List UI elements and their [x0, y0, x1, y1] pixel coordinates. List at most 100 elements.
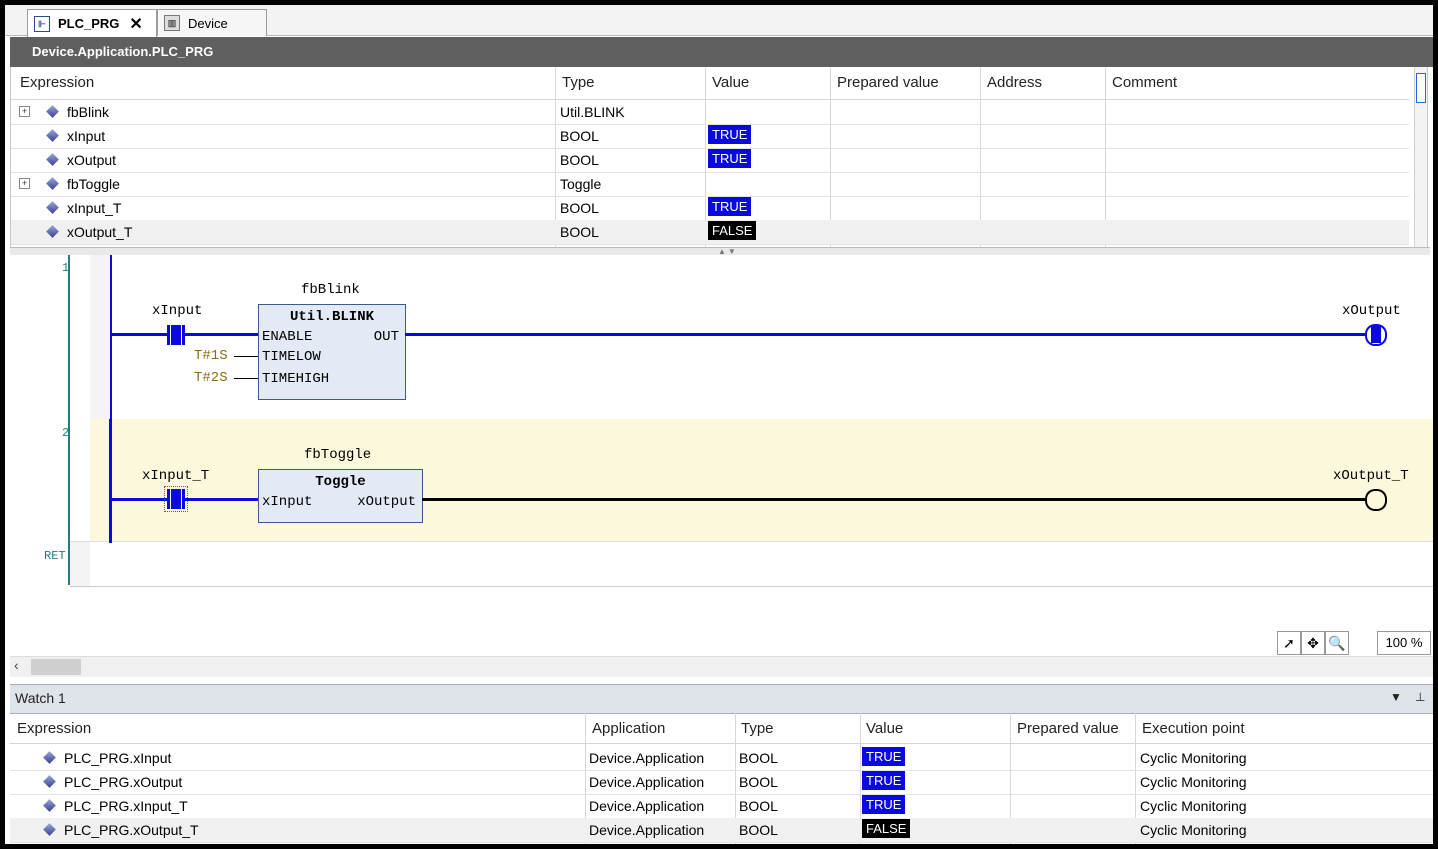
value-cell: TRUE: [708, 125, 752, 144]
fb-input-pin: TIMELOW: [262, 349, 321, 365]
expand-icon[interactable]: +: [19, 106, 30, 117]
powered-wire: [111, 333, 167, 336]
table-row[interactable]: + fbToggle Toggle: [11, 172, 1409, 197]
column-header[interactable]: Address: [987, 74, 1042, 91]
scroll-thumb[interactable]: [31, 659, 81, 675]
ladder-diagram[interactable]: 1 2 RET xInput fbBlink Util.BLINK ENABLE…: [10, 255, 1433, 661]
table-row[interactable]: xInput_T BOOL TRUE: [11, 196, 1409, 221]
ladder-toolbar: ➚ ✥ 🔍: [1277, 631, 1349, 655]
table-row[interactable]: xOutput_T BOOL FALSE: [11, 220, 1409, 245]
zoom-level[interactable]: 100 %: [1377, 631, 1431, 655]
contact-label[interactable]: xInput: [152, 303, 202, 319]
variable-icon: [46, 201, 59, 214]
contact-xinput[interactable]: [167, 325, 185, 345]
fb-toggle[interactable]: Toggle xInput xOutput: [258, 469, 423, 523]
tab-device[interactable]: ▥ Device: [157, 9, 267, 36]
return-network: [70, 541, 1433, 587]
horizontal-scrollbar[interactable]: ‹: [10, 656, 1433, 677]
column-header[interactable]: Comment: [1112, 74, 1177, 91]
wire: [234, 356, 258, 357]
pin-icon[interactable]: ⊥: [1415, 690, 1425, 704]
watch-row[interactable]: PLC_PRG.xOutput Device.Application BOOL …: [10, 770, 1433, 795]
type-cell: BOOL: [739, 750, 778, 766]
type-cell: Util.BLINK: [560, 104, 625, 120]
ret-label: RET: [44, 549, 66, 563]
fb-type-name: Toggle: [315, 474, 366, 490]
column-header[interactable]: Prepared value: [1017, 720, 1119, 737]
application-cell: Device.Application: [589, 798, 705, 814]
dropdown-icon[interactable]: ▼: [1390, 690, 1402, 704]
tab-label: Device: [188, 15, 228, 31]
table-row[interactable]: + fbBlink Util.BLINK: [11, 100, 1409, 125]
constant-input[interactable]: T#2S: [194, 370, 228, 386]
expression-cell: PLC_PRG.xInput: [64, 750, 172, 766]
network-number: 1: [62, 261, 70, 275]
value-cell: TRUE: [862, 747, 906, 766]
contact-label[interactable]: xInput_T: [142, 468, 209, 484]
column-header[interactable]: Value: [712, 74, 749, 91]
execution-point-cell: Cyclic Monitoring: [1140, 822, 1247, 838]
powered-wire: [111, 498, 167, 501]
pan-tool-icon[interactable]: ✥: [1301, 631, 1325, 655]
gutter-line: [68, 255, 70, 585]
coil-label[interactable]: xOutput: [1342, 303, 1401, 319]
magnifier-icon[interactable]: 🔍: [1325, 631, 1349, 655]
scroll-thumb[interactable]: [1416, 73, 1426, 103]
watch-row[interactable]: PLC_PRG.xOutput_T Device.Application BOO…: [10, 818, 1433, 843]
watch-row[interactable]: PLC_PRG.xInput Device.Application BOOL T…: [10, 746, 1433, 771]
constant-input[interactable]: T#1S: [194, 348, 228, 364]
type-cell: BOOL: [739, 798, 778, 814]
pointer-tool-icon[interactable]: ➚: [1277, 631, 1301, 655]
scroll-left-icon[interactable]: ‹: [14, 657, 19, 673]
variable-icon: [46, 177, 59, 190]
column-header[interactable]: Type: [562, 74, 595, 91]
coil-xoutput-t[interactable]: [1365, 489, 1387, 511]
type-cell: BOOL: [560, 128, 599, 144]
fb-util-blink[interactable]: Util.BLINK ENABLE TIMELOW TIMEHIGH OUT: [258, 304, 406, 400]
application-cell: Device.Application: [589, 750, 705, 766]
column-header[interactable]: Application: [592, 720, 665, 737]
table-header: Expression Application Type Value Prepar…: [10, 713, 1433, 744]
fb-instance-name[interactable]: fbToggle: [304, 447, 371, 463]
column-header[interactable]: Prepared value: [837, 74, 939, 91]
type-cell: BOOL: [739, 774, 778, 790]
variable-icon: [46, 153, 59, 166]
column-header[interactable]: Type: [741, 720, 774, 737]
coil-xoutput[interactable]: [1365, 324, 1387, 346]
column-header[interactable]: Value: [866, 720, 903, 737]
tab-bar: ⊩ PLC_PRG ✕ ▥ Device: [5, 5, 1433, 37]
application-cell: Device.Application: [589, 822, 705, 838]
coil-label[interactable]: xOutput_T: [1333, 468, 1409, 484]
device-icon: ▥: [164, 15, 180, 31]
table-header: Expression Type Value Prepared value Add…: [11, 67, 1409, 100]
close-icon[interactable]: ✕: [129, 14, 142, 34]
pou-path-header: Device.Application.PLC_PRG: [10, 37, 1433, 67]
table-row[interactable]: xInput BOOL TRUE: [11, 124, 1409, 149]
vertical-scrollbar[interactable]: [1414, 67, 1427, 247]
column-header[interactable]: Expression: [17, 720, 91, 737]
fb-output-pin: xOutput: [357, 494, 416, 510]
editor-window: ⊩ PLC_PRG ✕ ▥ Device Device.Application.…: [5, 5, 1433, 844]
expression-cell: xOutput: [67, 152, 117, 168]
column-header[interactable]: Execution point: [1142, 720, 1245, 737]
expand-icon[interactable]: +: [19, 178, 30, 189]
watch-table: Expression Application Type Value Prepar…: [10, 713, 1433, 844]
watch-row[interactable]: PLC_PRG.xInput_T Device.Application BOOL…: [10, 794, 1433, 819]
expression-cell: xOutput_T: [67, 224, 133, 240]
fb-type-name: Util.BLINK: [289, 309, 374, 325]
watch-title: Watch 1: [15, 690, 66, 706]
execution-point-cell: Cyclic Monitoring: [1140, 750, 1247, 766]
wire: [234, 378, 258, 379]
fb-instance-name[interactable]: fbBlink: [301, 282, 360, 298]
contact-xinput-t[interactable]: [164, 486, 188, 512]
tab-plc-prg[interactable]: ⊩ PLC_PRG ✕: [27, 9, 157, 37]
powered-wire: [185, 498, 258, 501]
type-cell: BOOL: [560, 224, 599, 240]
value-cell: TRUE: [708, 149, 752, 168]
expression-cell: PLC_PRG.xOutput_T: [64, 822, 199, 838]
table-row[interactable]: xOutput BOOL TRUE: [11, 148, 1409, 173]
column-header[interactable]: Expression: [20, 74, 94, 91]
variable-icon: [43, 823, 56, 836]
application-cell: Device.Application: [589, 774, 705, 790]
unpowered-wire: [422, 498, 1365, 501]
